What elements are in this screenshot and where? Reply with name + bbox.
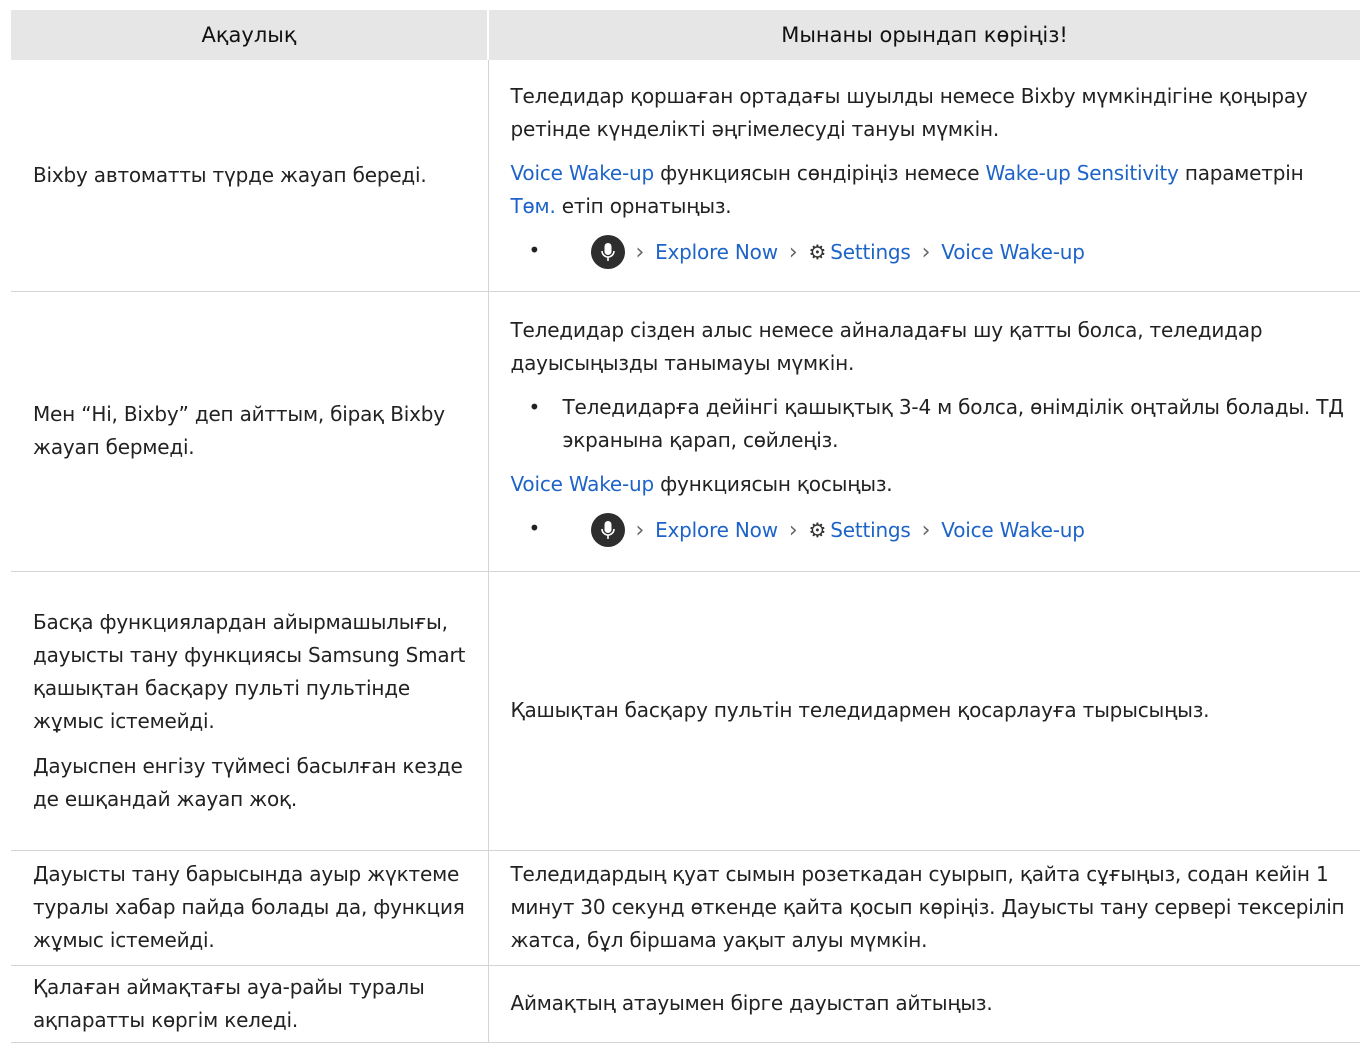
bullet-text: Теледидарға дейінгі қашықтық 3-4 м болса…: [511, 391, 1347, 457]
table-header-row: Ақаулық Мынаны орындап көріңіз!: [11, 10, 1360, 60]
path-voice-wakeup[interactable]: Voice Wake-up: [941, 514, 1085, 547]
table-row: Қалаған аймақтағы ауа-райы туралы ақпара…: [11, 965, 1360, 1042]
solution-text: Теледидардың қуат сымын розеткадан суыры…: [511, 858, 1347, 957]
solution-cell: Аймақтың атауымен бірге дауыстап айтыңыз…: [488, 965, 1360, 1042]
column-header-problem: Ақаулық: [11, 10, 488, 60]
low-setting-link[interactable]: Төм.: [511, 194, 556, 218]
wakeup-sensitivity-link[interactable]: Wake-up Sensitivity: [985, 161, 1178, 185]
solution-cell: Теледидар сізден алыс немесе айналадағы …: [488, 291, 1360, 571]
problem-text: Дауыспен енгізу түймесі басылған кезде д…: [33, 750, 488, 816]
problem-cell: Мен “Hi, Bixby” деп айттым, бірақ Bixby …: [11, 291, 488, 571]
table-row: Bixby автоматты түрде жауап береді. Теле…: [11, 60, 1360, 291]
solution-text: Аймақтың атауымен бірге дауыстап айтыңыз…: [511, 987, 1360, 1020]
microphone-icon: [591, 235, 625, 269]
column-header-solution: Мынаны орындап көріңіз!: [488, 10, 1360, 60]
gear-icon: ⚙: [808, 514, 826, 547]
path-settings[interactable]: Settings: [830, 236, 910, 269]
chevron-right-icon: ›: [922, 236, 931, 269]
path-explore-now[interactable]: Explore Now: [655, 514, 778, 547]
chevron-right-icon: ›: [789, 236, 798, 269]
solution-text-part: функциясын сөндіріңіз немесе: [654, 161, 985, 185]
problem-cell: Bixby автоматты түрде жауап береді.: [11, 60, 488, 291]
path-explore-now[interactable]: Explore Now: [655, 236, 778, 269]
problem-cell: Қалаған аймақтағы ауа-райы туралы ақпара…: [11, 965, 488, 1042]
solution-cell: Теледидардың қуат сымын розеткадан суыры…: [488, 850, 1360, 965]
solution-text: Voice Wake-up функциясын сөндіріңіз неме…: [511, 157, 1347, 223]
menu-path: › Explore Now › ⚙ Settings › Voice Wake-…: [511, 234, 1347, 270]
solution-text-part: функциясын қосыңыз.: [654, 472, 892, 496]
voice-wakeup-link[interactable]: Voice Wake-up: [511, 472, 655, 496]
chevron-right-icon: ›: [636, 236, 645, 269]
path-settings[interactable]: Settings: [830, 514, 910, 547]
troubleshooting-table: Ақаулық Мынаны орындап көріңіз! Bixby ав…: [11, 10, 1360, 1043]
problem-text: Басқа функциялардан айырмашылығы, дауыст…: [33, 606, 488, 738]
problem-cell: Басқа функциялардан айырмашылығы, дауыст…: [11, 571, 488, 850]
table-row: Дауысты тану барысында ауыр жүктеме тура…: [11, 850, 1360, 965]
voice-wakeup-link[interactable]: Voice Wake-up: [511, 161, 655, 185]
solution-cell: Қашықтан басқару пультін теледидармен қо…: [488, 571, 1360, 850]
problem-cell: Дауысты тану барысында ауыр жүктеме тура…: [11, 850, 488, 965]
table-row: Мен “Hi, Bixby” деп айттым, бірақ Bixby …: [11, 291, 1360, 571]
table-row: Басқа функциялардан айырмашылығы, дауыст…: [11, 571, 1360, 850]
solution-cell: Теледидар қоршаған ортадағы шуылды немес…: [488, 60, 1360, 291]
menu-path: › Explore Now › ⚙ Settings › Voice Wake-…: [511, 512, 1347, 548]
chevron-right-icon: ›: [636, 514, 645, 547]
solution-text-part: параметрін: [1179, 161, 1304, 185]
solution-text: Қашықтан басқару пультін теледидармен қо…: [511, 694, 1360, 727]
solution-text: Теледидар сізден алыс немесе айналадағы …: [511, 314, 1347, 380]
problem-text: Мен “Hi, Bixby” деп айттым, бірақ Bixby …: [33, 398, 488, 464]
path-voice-wakeup[interactable]: Voice Wake-up: [941, 236, 1085, 269]
problem-text: Дауысты тану барысында ауыр жүктеме тура…: [33, 858, 488, 957]
solution-text: Теледидар қоршаған ортадағы шуылды немес…: [511, 80, 1347, 146]
solution-text: Voice Wake-up функциясын қосыңыз.: [511, 468, 1347, 501]
chevron-right-icon: ›: [789, 514, 798, 547]
microphone-icon: [591, 513, 625, 547]
problem-text: Bixby автоматты түрде жауап береді.: [33, 159, 488, 192]
problem-text: Қалаған аймақтағы ауа-райы туралы ақпара…: [33, 971, 488, 1037]
gear-icon: ⚙: [808, 236, 826, 269]
solution-text-part: етіп орнатыңыз.: [556, 194, 732, 218]
chevron-right-icon: ›: [922, 514, 931, 547]
